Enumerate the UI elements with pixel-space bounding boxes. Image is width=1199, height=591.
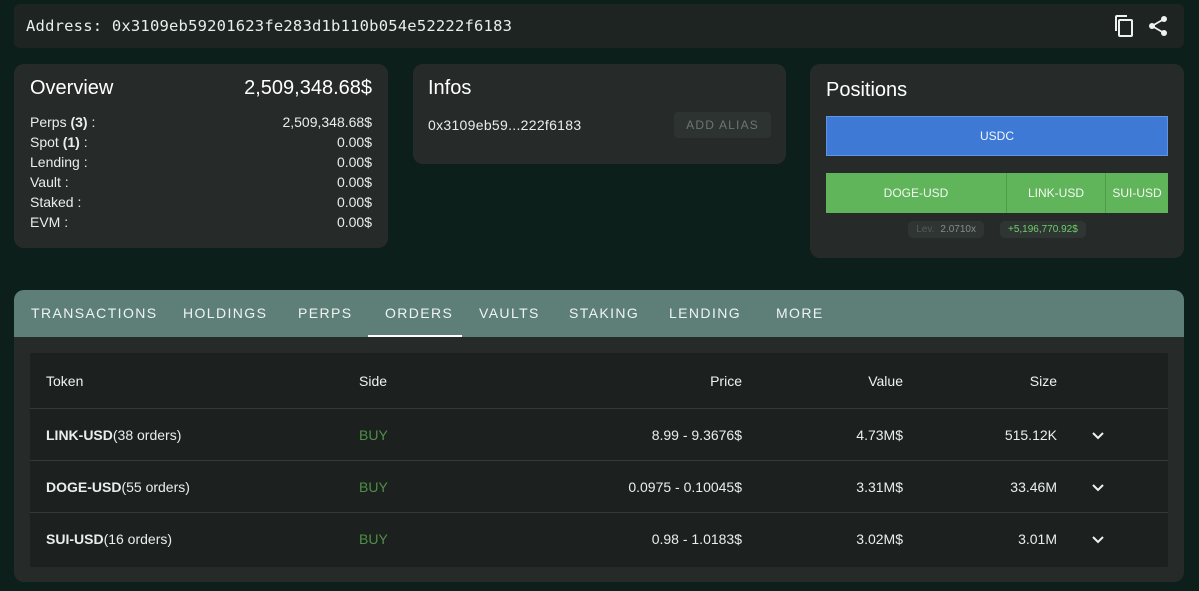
overview-total: 2,509,348.68$ xyxy=(244,76,372,99)
table-row[interactable]: LINK-USD(38 orders) BUY 8.99 - 9.3676$ 4… xyxy=(30,408,1168,460)
leverage-badge: Lev. 2.0710x xyxy=(908,221,984,238)
perp-position-bars: DOGE-USD LINK-USD SUI-USD xyxy=(826,173,1168,213)
overview-row-value: 0.00$ xyxy=(336,214,372,230)
overview-row-staked: Staked : 0.00$ xyxy=(30,192,372,212)
overview-card: Overview 2,509,348.68$ Perps (3) : 2,509… xyxy=(14,64,388,248)
column-header-token[interactable]: Token xyxy=(46,353,83,409)
overview-row-value: 2,509,348.68$ xyxy=(282,114,372,130)
chevron-down-icon[interactable] xyxy=(1090,427,1106,443)
overview-row-label: Perps (3) : xyxy=(30,114,96,130)
pnl-badge: +5,196,770.92$ xyxy=(999,221,1086,238)
column-header-price[interactable]: Price xyxy=(710,353,742,409)
tab-staking[interactable]: STAKING xyxy=(569,290,639,337)
price-cell: 0.0975 - 0.10045$ xyxy=(628,479,742,495)
tab-transactions[interactable]: TRANSACTIONS xyxy=(31,290,157,337)
tab-orders[interactable]: ORDERS xyxy=(385,290,453,337)
position-bar-sui[interactable]: SUI-USD xyxy=(1106,173,1168,213)
chevron-down-icon[interactable] xyxy=(1090,531,1106,547)
address-text: Address: 0x3109eb59201623fe283d1b110b054… xyxy=(26,17,512,35)
infos-row: 0x3109eb59...222f6183 ADD ALIAS xyxy=(428,112,771,138)
address-actions xyxy=(1112,14,1170,38)
price-cell: 8.99 - 9.3676$ xyxy=(651,427,742,443)
share-icon[interactable] xyxy=(1146,14,1170,38)
overview-header: Overview 2,509,348.68$ xyxy=(30,64,372,112)
overview-row-evm: EVM : 0.00$ xyxy=(30,212,372,232)
overview-row-label: Spot (1) : xyxy=(30,134,88,150)
side-cell: BUY xyxy=(359,531,388,547)
value-cell: 3.31M$ xyxy=(856,479,903,495)
overview-row-spot: Spot (1) : 0.00$ xyxy=(30,132,372,152)
tab-lending[interactable]: LENDING xyxy=(669,290,741,337)
chevron-down-icon[interactable] xyxy=(1090,479,1106,495)
tab-holdings[interactable]: HOLDINGS xyxy=(183,290,267,337)
size-cell: 515.12K xyxy=(1004,427,1057,443)
value-cell: 3.02M$ xyxy=(856,531,903,547)
overview-row-label: Lending : xyxy=(30,154,88,170)
size-cell: 33.46M xyxy=(1010,479,1057,495)
token-cell: DOGE-USD(55 orders) xyxy=(46,479,190,495)
side-cell: BUY xyxy=(359,479,388,495)
overview-row-label: Staked : xyxy=(30,194,82,210)
address-value: 0x3109eb59201623fe283d1b110b054e52222f61… xyxy=(111,17,513,35)
tab-vaults[interactable]: VAULTS xyxy=(479,290,540,337)
overview-title: Overview xyxy=(30,76,114,99)
size-cell: 3.01M xyxy=(1018,531,1057,547)
table-row[interactable]: SUI-USD(16 orders) BUY 0.98 - 1.0183$ 3.… xyxy=(30,512,1168,564)
position-bar-usdc[interactable]: USDC xyxy=(826,116,1168,156)
positions-card: Positions USDC DOGE-USD LINK-USD SUI-USD… xyxy=(810,64,1184,258)
tab-perps[interactable]: PERPS xyxy=(298,290,352,337)
value-cell: 4.73M$ xyxy=(856,427,903,443)
column-header-side[interactable]: Side xyxy=(359,353,387,409)
overview-row-value: 0.00$ xyxy=(336,154,372,170)
token-cell: SUI-USD(16 orders) xyxy=(46,531,173,547)
overview-row-value: 0.00$ xyxy=(336,174,372,190)
column-header-value[interactable]: Value xyxy=(868,353,903,409)
leverage-value: 2.0710x xyxy=(940,224,976,235)
orders-table: Token Side Price Value Size LINK-USD(38 … xyxy=(30,353,1168,567)
overview-row-label: EVM : xyxy=(30,214,69,230)
short-address: 0x3109eb59...222f6183 xyxy=(428,117,582,133)
active-tab-indicator xyxy=(368,335,462,337)
infos-title: Infos xyxy=(428,77,472,99)
overview-rows: Perps (3) : 2,509,348.68$ Spot (1) : 0.0… xyxy=(30,112,372,232)
overview-row-lending: Lending : 0.00$ xyxy=(30,152,372,172)
table-row[interactable]: DOGE-USD(55 orders) BUY 0.0975 - 0.10045… xyxy=(30,460,1168,512)
address-label: Address: xyxy=(26,17,103,35)
tab-bar: TRANSACTIONS HOLDINGS PERPS ORDERS VAULT… xyxy=(14,290,1184,337)
address-bar: Address: 0x3109eb59201623fe283d1b110b054… xyxy=(14,4,1184,48)
side-cell: BUY xyxy=(359,427,388,443)
column-header-size[interactable]: Size xyxy=(1030,353,1057,409)
overview-row-label: Vault : xyxy=(30,174,69,190)
overview-row-perps: Perps (3) : 2,509,348.68$ xyxy=(30,112,372,132)
overview-row-value: 0.00$ xyxy=(336,134,372,150)
position-bar-doge[interactable]: DOGE-USD xyxy=(826,173,1007,213)
token-cell: LINK-USD(38 orders) xyxy=(46,427,182,443)
copy-icon[interactable] xyxy=(1112,14,1136,38)
tab-more[interactable]: MORE xyxy=(776,290,824,337)
add-alias-button[interactable]: ADD ALIAS xyxy=(674,112,771,138)
overview-row-vault: Vault : 0.00$ xyxy=(30,172,372,192)
price-cell: 0.98 - 1.0183$ xyxy=(651,531,742,547)
position-badges: Lev. 2.0710x +5,196,770.92$ xyxy=(826,221,1168,238)
main-panel: TRANSACTIONS HOLDINGS PERPS ORDERS VAULT… xyxy=(14,290,1184,582)
position-bar-link[interactable]: LINK-USD xyxy=(1007,173,1106,213)
overview-row-value: 0.00$ xyxy=(336,194,372,210)
infos-card: Infos 0x3109eb59...222f6183 ADD ALIAS xyxy=(413,64,786,164)
positions-title: Positions xyxy=(826,79,908,101)
